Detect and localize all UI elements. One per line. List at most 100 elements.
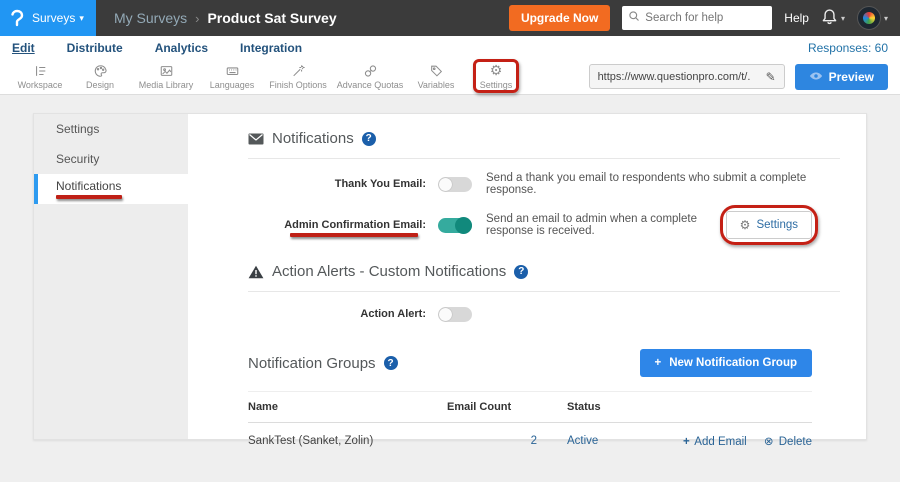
plus-icon: + <box>683 436 690 448</box>
surveys-product-switcher[interactable]: Surveys ▾ <box>0 0 96 36</box>
settings-sidebar: Settings Security Notifications <box>34 114 188 439</box>
help-icon[interactable]: ? <box>384 356 398 370</box>
help-icon[interactable]: ? <box>514 265 528 279</box>
notification-groups-table: Name Email Count Status SankTest (Sanket… <box>248 391 812 459</box>
chevron-down-icon: ▾ <box>884 14 888 23</box>
column-header-actions <box>647 392 812 423</box>
annotation-notifications-underline <box>56 195 122 199</box>
sidebar-item-label: Security <box>56 152 188 166</box>
admin-email-settings-wrap: ⚙ Settings <box>726 211 812 239</box>
settings-button-label: Settings <box>756 219 798 231</box>
avatar <box>857 6 881 30</box>
section-title-text: Notification Groups <box>248 355 376 372</box>
admin-confirmation-email-toggle[interactable] <box>438 218 472 233</box>
section-title-text: Notifications <box>272 130 354 147</box>
help-search-box[interactable] <box>622 6 772 30</box>
action-alerts-section-title: Action Alerts - Custom Notifications ? <box>248 263 840 280</box>
toolbar-label: Workspace <box>18 80 63 90</box>
divider <box>248 291 840 292</box>
breadcrumb-separator-icon: › <box>195 11 199 26</box>
admin-confirmation-email-label: Admin Confirmation Email: <box>248 219 426 231</box>
toolbar-workspace[interactable]: Workspace <box>10 59 70 95</box>
toolbar-settings[interactable]: ⚙ Settings <box>466 59 526 95</box>
breadcrumb-current-survey: Product Sat Survey <box>207 10 336 26</box>
toolbar-languages[interactable]: Languages <box>202 59 262 95</box>
add-email-link[interactable]: + Add Email <box>683 436 747 448</box>
preview-button[interactable]: Preview <box>795 64 888 90</box>
column-header-name: Name <box>248 392 447 423</box>
chevron-down-icon: ▾ <box>79 13 84 24</box>
toolbar-label: Design <box>86 80 114 90</box>
notifications-panel: Notifications ? Thank You Email: Send a … <box>188 114 866 439</box>
help-link[interactable]: Help <box>784 11 809 25</box>
circled-x-icon: ⊗ <box>764 434 774 448</box>
notifications-bell-menu[interactable]: ▾ <box>821 8 845 28</box>
envelope-icon <box>248 133 264 145</box>
table-row: SankTest (Sanket, Zolin) 2 Active + Add … <box>248 423 812 460</box>
toolbar-media-library[interactable]: Media Library <box>130 59 202 95</box>
responses-count[interactable]: Responses: 60 <box>808 41 888 55</box>
notification-groups-header: Notification Groups ? + New Notification… <box>248 349 840 377</box>
settings-page: Settings Security Notifications Notifica… <box>0 95 900 440</box>
chain-links-icon <box>363 64 378 79</box>
tab-integration[interactable]: Integration <box>240 41 302 55</box>
keyboard-icon <box>225 64 240 79</box>
admin-confirmation-email-description: Send an email to admin when a complete r… <box>486 213 726 237</box>
toolbar-label: Variables <box>418 80 455 90</box>
survey-url-box[interactable]: ✎ <box>589 64 785 89</box>
preview-label: Preview <box>829 70 874 84</box>
toolbar-label: Settings <box>480 80 513 90</box>
thank-you-email-description: Send a thank you email to respondents wh… <box>486 172 840 196</box>
toolbar-finish-options[interactable]: Finish Options <box>262 59 334 95</box>
toolbar-design[interactable]: Design <box>70 59 130 95</box>
column-header-status: Status <box>537 392 647 423</box>
tab-distribute[interactable]: Distribute <box>67 41 123 55</box>
admin-confirmation-email-row: Admin Confirmation Email: Send an email … <box>248 211 840 239</box>
account-menu[interactable]: ▾ <box>857 6 888 30</box>
top-header: Surveys ▾ My Surveys › Product Sat Surve… <box>0 0 900 36</box>
actions-cell: + Add Email ⊗ Delete <box>647 423 812 460</box>
toolbar-variables[interactable]: Variables <box>406 59 466 95</box>
sidebar-item-settings[interactable]: Settings <box>34 114 188 144</box>
add-email-label: Add Email <box>694 436 746 448</box>
upgrade-now-button[interactable]: Upgrade Now <box>509 5 610 31</box>
admin-email-settings-button[interactable]: ⚙ Settings <box>726 211 812 239</box>
avatar-image <box>863 12 875 24</box>
search-icon <box>628 9 640 27</box>
column-header-email-count: Email Count <box>447 392 537 423</box>
warning-triangle-icon <box>248 265 264 279</box>
image-icon <box>159 64 174 79</box>
delete-label: Delete <box>779 436 812 448</box>
new-group-label: New Notification Group <box>669 357 797 369</box>
help-icon[interactable]: ? <box>362 132 376 146</box>
surveys-menu[interactable]: Surveys ▾ <box>32 11 84 25</box>
plus-icon: + <box>655 357 662 369</box>
section-title-text: Action Alerts - Custom Notifications <box>272 263 506 280</box>
breadcrumb-my-surveys[interactable]: My Surveys <box>114 10 187 26</box>
divider <box>248 158 840 159</box>
survey-url-input[interactable] <box>598 71 758 83</box>
gear-icon: ⚙ <box>490 64 503 79</box>
sidebar-item-notifications[interactable]: Notifications <box>34 174 188 204</box>
new-notification-group-button[interactable]: + New Notification Group <box>640 349 813 377</box>
action-alert-toggle[interactable] <box>438 307 472 322</box>
sidebar-item-security[interactable]: Security <box>34 144 188 174</box>
email-count-link[interactable]: 2 <box>531 435 537 447</box>
thank-you-email-toggle[interactable] <box>438 177 472 192</box>
status-link[interactable]: Active <box>567 435 598 447</box>
surveys-menu-label: Surveys <box>32 11 75 25</box>
questionpro-logo-icon <box>8 7 26 29</box>
gear-icon: ⚙ <box>740 218 751 232</box>
tag-icon <box>429 64 444 79</box>
delete-link[interactable]: ⊗ Delete <box>764 436 812 448</box>
edit-toolbar: Workspace Design Media Library Languages… <box>0 59 900 95</box>
chevron-down-icon: ▾ <box>841 14 845 23</box>
toolbar-advance-quotas[interactable]: Advance Quotas <box>334 59 406 95</box>
annotation-admin-email-underline <box>290 233 418 237</box>
notification-groups-title: Notification Groups ? <box>248 355 398 372</box>
edit-url-pencil-icon[interactable]: ✎ <box>766 70 776 84</box>
help-search-input[interactable] <box>645 12 760 24</box>
status-cell: Active <box>537 423 647 460</box>
tab-edit[interactable]: Edit <box>12 41 35 55</box>
tab-analytics[interactable]: Analytics <box>155 41 208 55</box>
